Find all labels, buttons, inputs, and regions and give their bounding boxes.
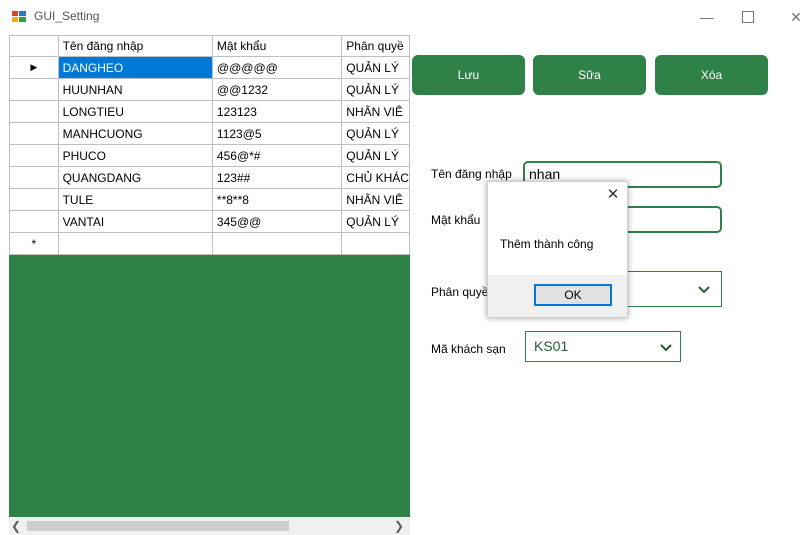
password-label: Mật khẩu [431, 213, 481, 227]
grid-cell-password[interactable]: @@@@@ [211, 56, 343, 79]
grid-cell-role[interactable]: QUẢN LÝ [341, 78, 410, 101]
window-title: GUI_Setting [34, 9, 100, 23]
grid-cell-username[interactable]: VANTAI [57, 210, 213, 233]
new-cell-password[interactable] [211, 232, 343, 255]
app-icon [12, 11, 26, 22]
scrollbar-thumb[interactable] [27, 521, 289, 531]
grid-cell-username[interactable]: MANHCUONG [57, 122, 213, 145]
dialog-close-button[interactable]: ✕ [606, 187, 620, 202]
row-header[interactable] [9, 78, 59, 101]
new-cell-role[interactable] [341, 232, 410, 255]
hotel-code-label: Mã khách sạn [431, 342, 506, 356]
role-label: Phân quyền [431, 285, 487, 299]
title-bar: GUI_Setting — ✕ [0, 0, 806, 34]
table-row[interactable]: HUUNHAN @@1232 QUẢN LÝ [9, 78, 410, 101]
grid-cell-username[interactable]: QUANGDANG [57, 166, 213, 189]
edit-button[interactable]: Sữa [533, 55, 646, 95]
hotel-code-combobox[interactable]: KS01 [525, 331, 681, 362]
grid-cell-username[interactable]: LONGTIEU [57, 100, 213, 123]
new-row[interactable]: * [9, 232, 410, 255]
grid-cell-role[interactable]: CHỦ KHÁC [341, 166, 410, 189]
column-header-role[interactable]: Phân quyề [341, 35, 410, 57]
grid-cell-role[interactable]: NHÂN VIÊ [341, 188, 410, 211]
grid-cell-password[interactable]: 456@*# [211, 144, 343, 167]
chevron-down-icon [660, 344, 672, 352]
hotel-code-value: KS01 [534, 338, 569, 354]
users-data-grid[interactable]: Tên đăng nhập Mật khẩu Phân quyề ▶ DANGH… [9, 35, 410, 535]
username-label: Tên đăng nhập [431, 167, 512, 181]
grid-cell-username[interactable]: HUUNHAN [57, 78, 213, 101]
grid-cell-password[interactable]: 123## [211, 166, 343, 189]
table-row[interactable]: PHUCO 456@*# QUẢN LÝ [9, 144, 410, 167]
scroll-left-icon[interactable]: ❮ [11, 519, 25, 533]
maximize-icon [742, 11, 754, 23]
grid-cell-password[interactable]: 345@@ [211, 210, 343, 233]
table-row[interactable]: ▶ DANGHEO @@@@@ QUẢN LÝ [9, 56, 410, 79]
table-row[interactable]: QUANGDANG 123## CHỦ KHÁC [9, 166, 410, 189]
grid-cell-username[interactable]: TULE [57, 188, 213, 211]
scroll-right-icon[interactable]: ❯ [394, 519, 408, 533]
dialog-message: Thêm thành công [500, 237, 594, 251]
table-row[interactable]: VANTAI 345@@ QUẢN LÝ [9, 210, 410, 233]
grid-cell-username[interactable]: DANGHEO [57, 56, 213, 79]
row-header[interactable] [9, 210, 59, 233]
close-window-button[interactable]: ✕ [786, 8, 806, 26]
maximize-button[interactable] [738, 8, 758, 26]
delete-button[interactable]: Xóa [655, 55, 768, 95]
grid-cell-password[interactable]: 123123 [211, 100, 343, 123]
chevron-down-icon [698, 286, 710, 294]
table-row[interactable]: TULE **8**8 NHÂN VIÊ [9, 188, 410, 211]
horizontal-scrollbar[interactable]: ❮ ❯ [9, 517, 410, 535]
row-header[interactable] [9, 122, 59, 145]
grid-table: Tên đăng nhập Mật khẩu Phân quyề ▶ DANGH… [9, 35, 410, 255]
grid-cell-role[interactable]: QUẢN LÝ [341, 210, 410, 233]
ok-button[interactable]: OK [534, 284, 612, 306]
minimize-button[interactable]: — [697, 8, 717, 26]
grid-cell-role[interactable]: NHÂN VIÊ [341, 100, 410, 123]
grid-cell-password[interactable]: **8**8 [211, 188, 343, 211]
row-header[interactable] [9, 100, 59, 123]
new-cell-username[interactable] [57, 232, 213, 255]
table-row[interactable]: LONGTIEU 123123 NHÂN VIÊ [9, 100, 410, 123]
grid-cell-role[interactable]: QUẢN LÝ [341, 144, 410, 167]
grid-cell-password[interactable]: 1123@5 [211, 122, 343, 145]
dialog-footer: OK [488, 275, 627, 317]
grid-cell-role[interactable]: QUẢN LÝ [341, 56, 410, 79]
table-row[interactable]: MANHCUONG 1123@5 QUẢN LÝ [9, 122, 410, 145]
row-header-corner[interactable] [9, 35, 59, 57]
row-header[interactable] [9, 188, 59, 211]
grid-cell-username[interactable]: PHUCO [57, 144, 213, 167]
row-header[interactable] [9, 166, 59, 189]
grid-cell-role[interactable]: QUẢN LÝ [341, 122, 410, 145]
row-header[interactable] [9, 144, 59, 167]
column-header-username[interactable]: Tên đăng nhập [57, 35, 213, 57]
column-header-password[interactable]: Mật khẩu [211, 35, 343, 57]
grid-cell-password[interactable]: @@1232 [211, 78, 343, 101]
save-button[interactable]: Lưu [412, 55, 525, 95]
grid-header-row: Tên đăng nhập Mật khẩu Phân quyề [9, 35, 410, 57]
message-dialog: ✕ Thêm thành công OK [487, 181, 628, 318]
current-row-indicator[interactable]: ▶ [9, 56, 59, 79]
new-row-indicator[interactable]: * [9, 232, 59, 255]
